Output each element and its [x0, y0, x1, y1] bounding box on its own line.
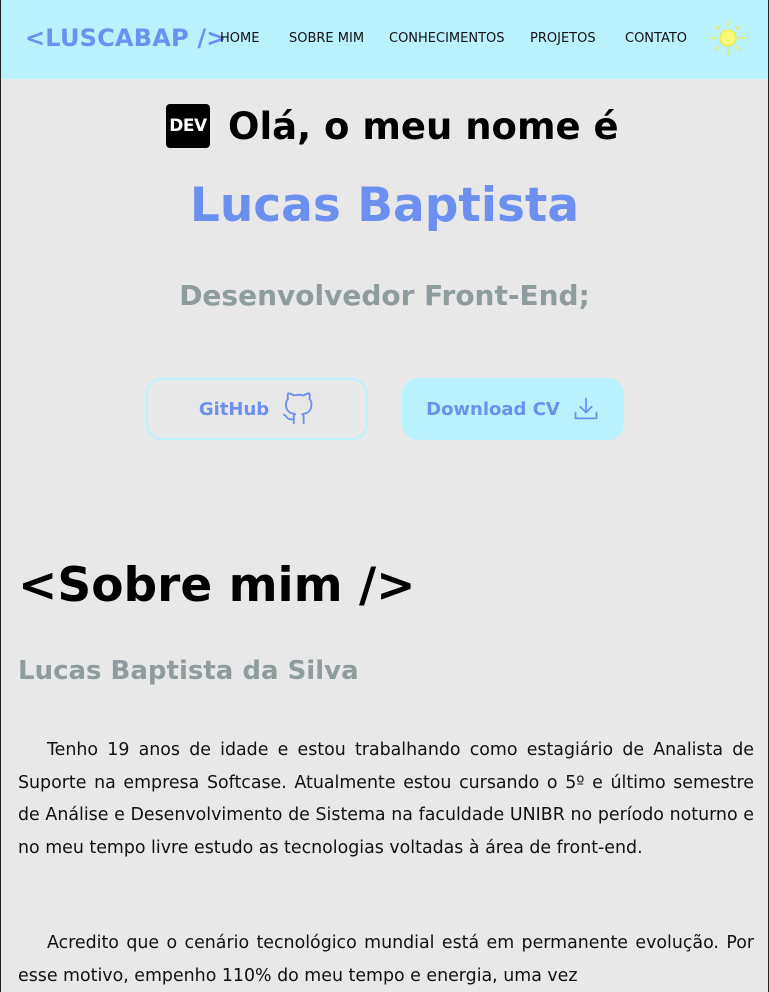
top-navbar: <LUSCABAP /> HOME SOBRE MIM CONHECIMENTO…	[1, 0, 768, 79]
github-icon	[281, 391, 315, 427]
nav-home[interactable]: HOME	[220, 31, 259, 46]
nav-conhecimentos[interactable]: CONHECIMENTOS	[389, 31, 505, 46]
about-full-name: Lucas Baptista da Silva	[18, 656, 359, 686]
hero-role: Desenvolvedor Front-End;	[179, 279, 590, 312]
dev-badge-icon: DEV	[166, 104, 210, 148]
github-button[interactable]: GitHub	[146, 378, 368, 440]
about-paragraph: Acredito que o cenário tecnológico mundi…	[18, 933, 754, 986]
nav-sobre-mim[interactable]: SOBRE MIM	[289, 31, 364, 46]
download-icon	[572, 395, 600, 423]
download-cv-button[interactable]: Download CV	[402, 378, 624, 440]
about-section-title: <Sobre mim />	[18, 558, 416, 613]
nav-contato[interactable]: CONTATO	[625, 31, 687, 46]
nav-projetos[interactable]: PROJETOS	[530, 31, 596, 46]
hero-name: Lucas Baptista	[189, 178, 580, 233]
download-cv-label: Download CV	[426, 398, 560, 420]
site-logo[interactable]: <LUSCABAP />	[25, 24, 227, 52]
about-paragraph: Tenho 19 anos de idade e estou trabalhan…	[18, 740, 754, 858]
sun-icon[interactable]	[709, 19, 747, 57]
greeting-line: DEV Olá, o meu nome é	[166, 101, 619, 151]
page: <LUSCABAP /> HOME SOBRE MIM CONHECIMENTO…	[0, 0, 769, 992]
github-button-label: GitHub	[198, 398, 270, 420]
greeting-text: Olá, o meu nome é	[228, 104, 619, 148]
